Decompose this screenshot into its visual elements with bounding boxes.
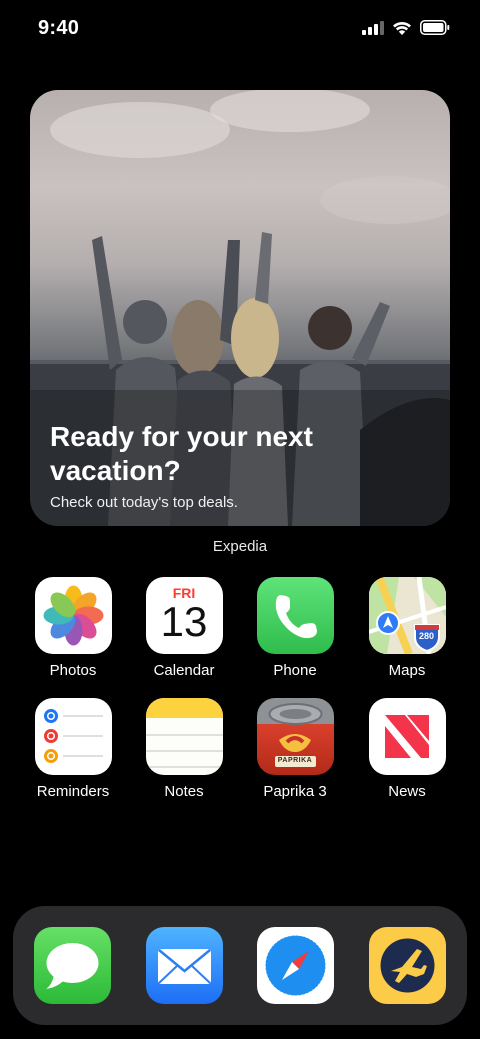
safari-icon[interactable]: [257, 927, 334, 1004]
cellular-signal-icon: [362, 20, 384, 40]
maps-shield-text: 280: [418, 631, 435, 641]
app-label: News: [388, 783, 426, 800]
widget-subtitle: Check out today's top deals.: [50, 494, 238, 511]
app-maps[interactable]: 280 Maps: [357, 577, 457, 679]
wifi-icon: [392, 20, 412, 40]
notes-icon: [145, 698, 223, 775]
paprika-banner-text: PAPRIKA: [277, 757, 313, 764]
calendar-day-number: 13: [160, 598, 208, 645]
app-calendar[interactable]: FRI 13 Calendar: [134, 577, 234, 679]
dock: [13, 906, 467, 1025]
widget-text: Ready for your next vacation? Check out …: [50, 420, 430, 511]
messages-icon[interactable]: [34, 927, 111, 1004]
app-news[interactable]: News: [357, 698, 457, 800]
app-label: Phone: [273, 662, 317, 679]
app-notes[interactable]: Notes: [134, 698, 234, 800]
app-label: Paprika 3: [263, 783, 327, 800]
maps-icon: 280: [368, 577, 446, 654]
app-label: Photos: [49, 662, 97, 679]
expedia-icon[interactable]: [369, 927, 446, 1004]
calendar-icon: FRI 13: [145, 577, 223, 654]
expedia-widget[interactable]: Ready for your next vacation? Check out …: [30, 90, 450, 526]
phone-icon: [256, 577, 334, 654]
app-reminders[interactable]: Reminders: [23, 698, 123, 800]
status-time: 9:40: [38, 17, 80, 39]
home-screen: 9:40 Ready for your next vacation? Check…: [0, 0, 480, 1039]
app-label: Reminders: [36, 783, 110, 800]
reminders-icon: [34, 698, 112, 775]
paprika-icon: PAPRIKA: [256, 698, 334, 775]
battery-icon: [420, 20, 450, 40]
news-icon: [368, 698, 446, 775]
app-photos[interactable]: Photos: [23, 577, 123, 679]
mail-icon[interactable]: [146, 927, 223, 1004]
app-label: Calendar: [153, 662, 215, 679]
app-label: Notes: [164, 783, 204, 800]
photos-icon: [34, 577, 112, 654]
widget-title: Ready for your next vacation?: [50, 421, 313, 486]
app-label: Maps: [388, 662, 426, 679]
widget-caption: Expedia: [212, 538, 268, 555]
status-bar: 9:40: [0, 0, 480, 60]
app-phone[interactable]: Phone: [245, 577, 345, 679]
app-paprika[interactable]: PAPRIKA Paprika 3: [245, 698, 345, 800]
status-icons: [362, 20, 450, 40]
